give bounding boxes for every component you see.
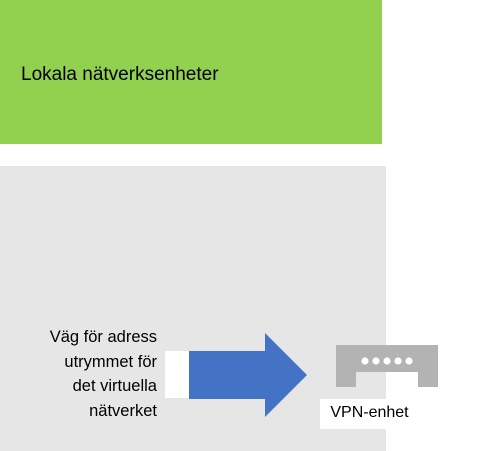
vpn-gateway-icon [336, 345, 438, 387]
route-label-line: utrymmet för [64, 352, 157, 371]
arrow-tail-backdrop [165, 351, 189, 398]
route-label-line: Väg för adress [49, 328, 157, 346]
route-label-line: nätverket [89, 401, 157, 420]
vpn-device-label: VPN-enhet [330, 404, 409, 421]
diagram-canvas: Lokala nätverksenheter Väg för adress ut… [0, 0, 501, 451]
local-network-label: Lokala nätverksenheter [21, 64, 219, 85]
right-arrow-icon [189, 333, 307, 417]
local-network-box: Lokala nätverksenheter [0, 0, 382, 144]
route-label-line: det virtuella [72, 377, 157, 395]
route-label: Väg för adress utrymmet för det virtuell… [0, 325, 157, 423]
